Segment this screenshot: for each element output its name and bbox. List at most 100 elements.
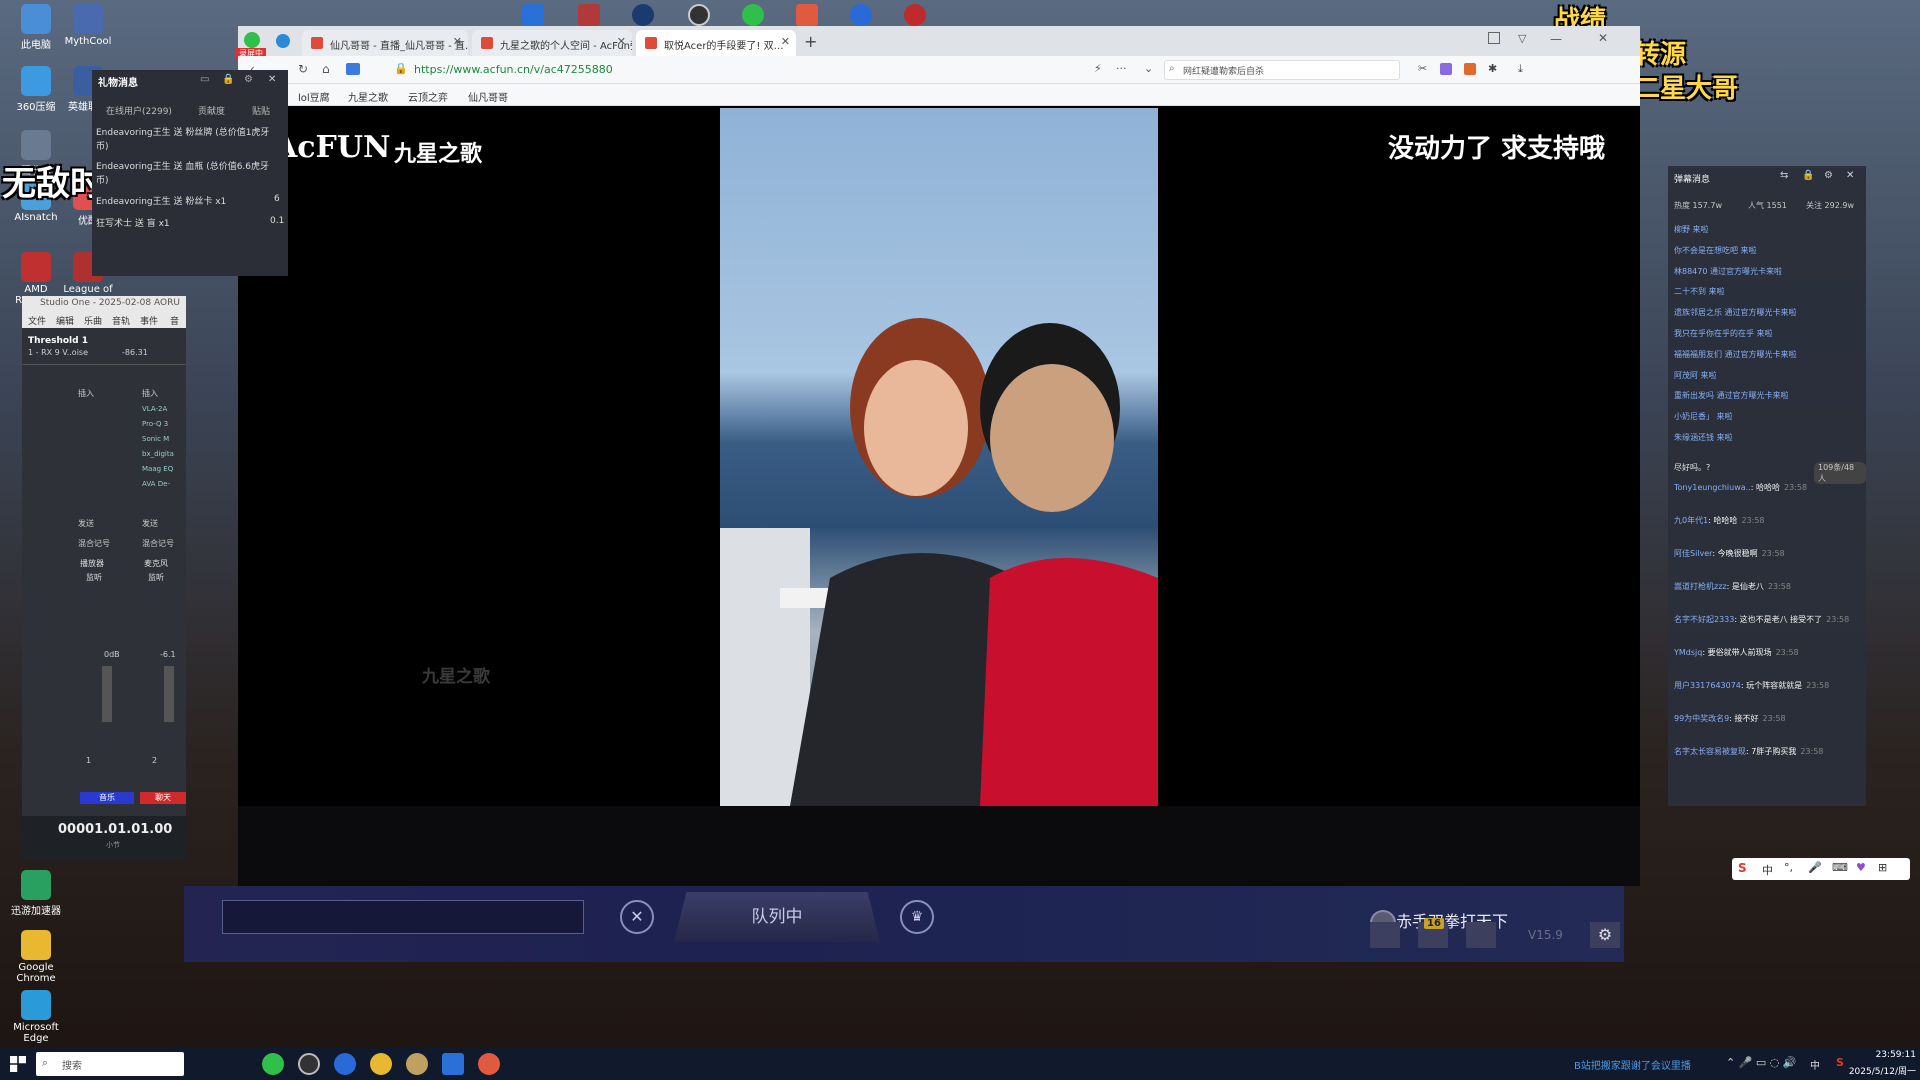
app-1-icon[interactable] (522, 4, 544, 26)
desktop-icon[interactable]: 迅游加速器 (8, 870, 64, 917)
desktop-icon[interactable]: 此电脑 (8, 4, 64, 51)
tab-2[interactable]: 九星之歌的个人空间 - AcFun弹… ✕ (472, 30, 632, 56)
extensions-icon[interactable]: ✱ (1488, 62, 1497, 75)
chat-message[interactable]: 名字太长容易被复现: 7胖子购买我 23:58 (1674, 746, 1860, 757)
video-player[interactable]: AcFUN 九星之歌 九星之歌 没动力了 求支持哦 (238, 106, 1640, 806)
mic-icon[interactable]: 🎤 (1808, 861, 1822, 874)
tab-online-users[interactable]: 在线用户(2299) (106, 104, 172, 117)
close-tab-icon[interactable]: ✕ (781, 35, 790, 48)
insert-item[interactable]: Pro-Q 3 (142, 417, 174, 432)
ext-orange-icon[interactable] (1464, 63, 1476, 75)
download-icon[interactable]: ⤓ (1518, 62, 1523, 76)
punct-icon[interactable]: °, (1784, 861, 1793, 874)
chat-username[interactable]: 阿佳Silver (1674, 549, 1712, 558)
panel-settings-icon[interactable]: ▭ (200, 74, 209, 85)
tab-stickers[interactable]: 贴贴 (252, 104, 270, 117)
desktop-icon[interactable]: 360压缩 (8, 66, 64, 113)
taskbar-app-icon[interactable] (262, 1053, 284, 1075)
chat-message[interactable]: 阿佳Silver: 今晚很稳啊 23:58 (1674, 548, 1860, 559)
queue-status[interactable]: 队列中 (674, 892, 880, 942)
crown-icon[interactable]: ♛ (900, 900, 934, 934)
insert-item[interactable]: AVA De- (142, 477, 174, 492)
bookmark-2[interactable]: 九星之歌 (348, 89, 388, 104)
menu-edit[interactable]: 编辑 (56, 314, 74, 327)
lock-icon[interactable]: 🔒 (1802, 170, 1814, 181)
tab-1[interactable]: 仙凡哥哥 - 直播_仙凡哥哥 - 直… ✕ (302, 30, 468, 56)
chat-message[interactable]: 九0年代1: 哈哈哈 23:58 (1674, 515, 1860, 526)
chat-username[interactable]: Tony1eungchiuwa.. (1674, 483, 1751, 492)
tab-3-active[interactable]: 取悦Acer的手段要了! 双… ✕ (636, 30, 796, 56)
fader-1[interactable] (102, 666, 112, 722)
sidebar-toggle-icon[interactable] (1488, 32, 1500, 44)
chat-message[interactable]: 99为中奖改名9: 接不好 23:58 (1674, 713, 1860, 724)
cut-icon[interactable]: ✂ (1418, 62, 1427, 75)
chat-message[interactable]: YMdsjq: 要俗就带人前现场 23:58 (1674, 647, 1860, 658)
pin-icon[interactable]: ⇆ (1780, 170, 1788, 181)
insert-item[interactable]: Sonic M (142, 432, 174, 447)
mic-icon[interactable] (1466, 922, 1496, 948)
reload-icon[interactable]: ↻ (298, 62, 308, 76)
bookmark-4[interactable]: 仙凡哥哥 (468, 89, 508, 104)
chat-username[interactable]: 用户3317643074 (1674, 681, 1741, 690)
chat-username[interactable]: 99为中奖改名9 (1674, 714, 1729, 723)
chat-message[interactable]: 用户3317643074: 玩个阵容就就是 23:58 (1674, 680, 1860, 691)
taskbar-app-icon[interactable] (478, 1053, 500, 1075)
url-text[interactable]: https://www.acfun.cn/v/ac47255880 (414, 63, 613, 76)
channel-player[interactable]: 播放器 (80, 558, 104, 569)
close-icon[interactable]: ✕ (1846, 170, 1854, 181)
flash-icon[interactable]: ⚡ (1094, 62, 1102, 75)
cancel-queue-button[interactable]: ✕ (620, 900, 654, 934)
gear-icon[interactable]: ⚙ (244, 74, 253, 85)
taskbar-search[interactable]: ⌕ 搜索 (36, 1052, 184, 1076)
skin-icon[interactable]: ♥ (1856, 861, 1866, 874)
fader-2[interactable] (164, 666, 174, 722)
insert-item[interactable]: bx_digita (142, 447, 174, 462)
menu-track[interactable]: 音轨 (112, 314, 130, 327)
dropdown-icon[interactable]: ⌄ (1144, 62, 1153, 75)
channel-mic[interactable]: 麦克风 (144, 558, 168, 569)
bookmark-3[interactable]: 云顶之弈 (408, 89, 448, 104)
taskbar-app-icon[interactable] (298, 1053, 320, 1075)
home-icon[interactable]: ⌂ (322, 62, 330, 76)
channel-chat[interactable]: 聊天 (140, 792, 186, 804)
extension-icon[interactable] (346, 63, 360, 75)
taskbar-search-placeholder[interactable]: 搜索 (62, 1057, 82, 1072)
desktop-icon[interactable]: Google Chrome (8, 930, 64, 984)
chat-message[interactable]: Tony1eungchiuwa..: 哈哈哈 23:58 (1674, 482, 1860, 493)
chat-username[interactable]: 名字不好起2333 (1674, 615, 1734, 624)
ext-purple-icon[interactable] (1440, 63, 1452, 75)
gear-icon[interactable]: ⚙ (1824, 170, 1833, 181)
channel-monitor[interactable]: 监听 (86, 572, 102, 583)
minimize-icon[interactable]: — (1550, 32, 1562, 46)
keyboard-icon[interactable]: ⌨ (1832, 861, 1848, 874)
chat-input[interactable] (222, 900, 584, 934)
desktop-icon[interactable]: Microsoft Edge (8, 990, 64, 1044)
more-icon[interactable]: ··· (1116, 62, 1127, 75)
windows-start-icon[interactable] (10, 1056, 26, 1072)
close-tab-icon[interactable]: ✕ (617, 35, 626, 48)
insert-item[interactable]: VLA-2A (142, 402, 174, 417)
chat-icon[interactable] (1370, 922, 1400, 948)
app-8-icon[interactable] (904, 4, 926, 26)
chat-username[interactable]: YMdsjq (1674, 648, 1702, 657)
new-tab-button[interactable]: + (804, 32, 817, 51)
tray-ime[interactable]: 中 (1810, 1057, 1820, 1072)
grid-icon[interactable]: ⊞ (1878, 861, 1887, 874)
chat-message[interactable]: 嵩道打枪机zzz: 是仙老八 23:58 (1674, 581, 1860, 592)
menu-event[interactable]: 事件 (140, 314, 158, 327)
menu-song[interactable]: 乐曲 (84, 314, 102, 327)
tray-icons[interactable]: ⌃ 🎤 ▭ ◌ 🔊 (1726, 1056, 1797, 1069)
settings-gear-icon[interactable]: ⚙ (1590, 922, 1620, 948)
close-icon[interactable]: ✕ (268, 74, 276, 85)
chat-message[interactable]: 名字不好起2333: 这也不是老八 接受不了 23:58 (1674, 614, 1860, 625)
lock-icon[interactable]: 🔒 (222, 74, 234, 85)
search-input[interactable]: 网红疑遭勒索后自杀 (1183, 64, 1264, 77)
close-window-icon[interactable]: ✕ (1598, 31, 1608, 45)
channel-monitor-2[interactable]: 监听 (148, 572, 164, 583)
taskbar-chrome-icon[interactable] (370, 1053, 392, 1075)
pin-icon[interactable]: ▽ (1518, 32, 1526, 45)
bookmark-1[interactable]: lol豆腐 (298, 89, 330, 104)
chat-username[interactable]: 名字太长容易被复现 (1674, 747, 1746, 756)
taskbar-app-icon[interactable] (442, 1053, 464, 1075)
steam-icon[interactable] (632, 4, 654, 26)
